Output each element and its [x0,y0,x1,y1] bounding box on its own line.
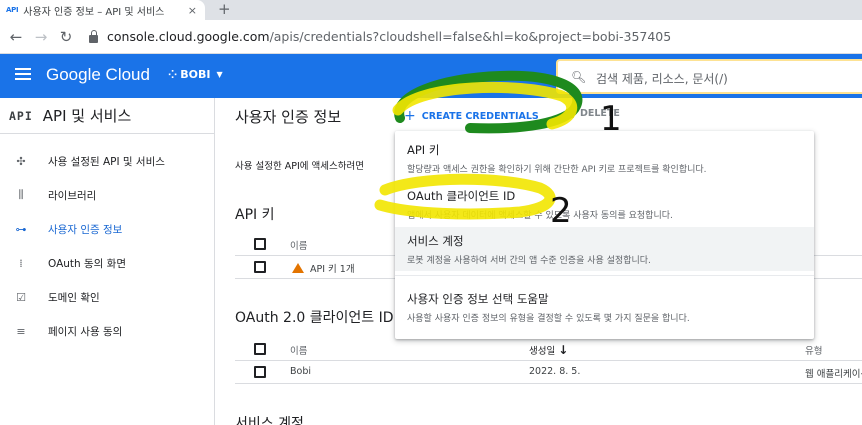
sidebar-item-library[interactable]: ⫼ 라이브러리 [0,178,214,212]
oauth-client-name[interactable]: Bobi [290,366,311,377]
screenshot-root: API 사용자 인증 정보 – API 및 서비스 × + ← → ↻ cons… [0,0,862,425]
library-icon: ⫼ [18,188,24,201]
sidebar-item-label: 라이브러리 [48,189,97,202]
sidebar-item-domain-verification[interactable]: ☑ 도메인 확인 [0,280,214,314]
plus-icon: + [404,108,416,124]
api-keys-section-title: API 키 [235,207,275,223]
domain-check-icon: ☑ [16,290,26,304]
search-icon: 🔍︎ [571,70,587,84]
page-description: 사용 설정한 API에 액세스하려면 [235,161,364,172]
arrow-down-icon: ↓ [558,343,569,357]
oauth-header-row: 이름 생성일 ↓ 유형 [235,338,862,361]
arrow-right-icon[interactable]: → [32,28,50,46]
lock-icon [89,29,98,43]
create-credentials-menu: API 키 할당량과 액세스 권한을 확인하기 위해 간단한 API 키로 프로… [395,131,814,339]
create-credentials-button[interactable]: + CREATE CREDENTIALS [404,108,539,124]
api-favicon-icon: API [6,6,19,14]
menu-item-description: 앱에서 사용자 데이터에 액세스할 수 있도록 사용자 동의를 요청합니다. [407,211,673,221]
key-icon: ⊶ [15,222,27,236]
reload-icon[interactable]: ↻ [57,28,75,46]
address-bar[interactable]: console.cloud.google.com/apis/credential… [89,29,671,44]
column-header-type: 유형 [805,346,823,357]
search-placeholder: 검색 제품, 리소스, 문서(/) [596,72,728,86]
tab-close-icon[interactable]: × [188,4,197,17]
sidebar-title: API 및 서비스 [42,107,132,125]
sidebar-item-label: 도메인 확인 [48,291,100,304]
cloud-header: Google Cloud ⁘ BOBI ▼ 🔍︎ 검색 제품, 리소스, 문서(… [0,54,862,98]
warning-icon [292,263,304,273]
new-tab-button[interactable]: + [218,1,231,17]
oauth-client-created: 2022. 8. 5. [529,366,581,377]
browser-toolbar: ← → ↻ console.cloud.google.com/apis/cred… [0,20,862,54]
sidebar-item-label: OAuth 동의 화면 [48,257,127,270]
trash-icon [566,109,574,118]
url-path: /apis/credentials?cloudshell=false&hl=ko… [269,29,672,44]
oauth-client-type: 웹 애플리케이션 [805,369,862,380]
search-box[interactable]: 🔍︎ 검색 제품, 리소스, 문서(/) [556,59,862,94]
api-key-name[interactable]: API 키 1개 [292,261,355,275]
google-cloud-logo[interactable]: Google Cloud [46,65,150,85]
row-checkbox[interactable] [254,261,266,273]
tab-title: 사용자 인증 정보 – API 및 서비스 [23,6,165,18]
sidebar-item-page-usage[interactable]: ≡ 페이지 사용 동의 [0,314,214,348]
column-header-created[interactable]: 생성일 ↓ [529,343,568,357]
browser-tab[interactable]: API 사용자 인증 정보 – API 및 서비스 × [0,0,205,20]
hamburger-menu-icon[interactable] [15,68,31,82]
menu-item-title: 사용자 인증 정보 선택 도움말 [407,292,549,306]
diamond-grid-icon: ✣ [16,154,26,168]
menu-divider [395,275,814,276]
sidebar-item-label: 사용 설정된 API 및 서비스 [48,155,165,168]
sidebar-item-oauth-consent[interactable]: ⁞ OAuth 동의 화면 [0,246,214,280]
service-accounts-section-title: 서비스 계정 [235,416,304,425]
column-header-name: 이름 [290,241,308,252]
menu-item-help-me-choose[interactable]: 사용자 인증 정보 선택 도움말 사용할 사용자 인증 정보의 유형을 결정할 … [395,291,814,331]
sidebar-item-enabled-apis[interactable]: ✣ 사용 설정된 API 및 서비스 [0,144,214,178]
url-host: console.cloud.google.com [107,29,270,44]
menu-item-description: 할당량과 액세스 권한을 확인하기 위해 간단한 API 키로 프로젝트를 확인… [407,165,707,175]
api-logo: API [9,108,33,123]
oauth-section-title: OAuth 2.0 클라이언트 ID [235,310,394,326]
table-row[interactable]: Bobi 2022. 8. 5. 웹 애플리케이션 [235,361,862,384]
browser-tab-strip: API 사용자 인증 정보 – API 및 서비스 × + [0,0,862,20]
select-all-checkbox[interactable] [254,238,266,250]
sidebar: API API 및 서비스 ✣ 사용 설정된 API 및 서비스 ⫼ 라이브러리… [0,98,215,425]
menu-item-api-key[interactable]: API 키 할당량과 액세스 권한을 확인하기 위해 간단한 API 키로 프로… [395,142,814,184]
project-picker[interactable]: ⁘ BOBI ▼ [168,68,223,81]
row-checkbox[interactable] [254,366,266,378]
menu-item-service-account[interactable]: 서비스 계정 로봇 계정을 사용하여 서버 간의 앱 수준 인증을 사용 설정합… [395,227,814,271]
consent-icon: ⁞ [19,256,23,270]
project-dots-icon: ⁘ [168,68,177,81]
menu-item-description: 로봇 계정을 사용하여 서버 간의 앱 수준 인증을 사용 설정합니다. [407,256,651,266]
column-header-name: 이름 [290,346,308,357]
menu-item-description: 사용할 사용자 인증 정보의 유형을 결정할 수 있도록 몇 가지 질문을 합니… [407,314,690,324]
delete-button[interactable]: DELETE [566,108,620,119]
sidebar-item-label: 사용자 인증 정보 [48,223,123,236]
settings-list-icon: ≡ [16,324,26,338]
arrow-left-icon[interactable]: ← [7,28,25,46]
sidebar-header: API API 및 서비스 [0,98,214,134]
select-all-checkbox[interactable] [254,343,266,355]
page-title: 사용자 인증 정보 [235,108,342,126]
menu-item-title: API 키 [407,143,440,157]
menu-item-oauth-client-id[interactable]: OAuth 클라이언트 ID 앱에서 사용자 데이터에 액세스할 수 있도록 사… [395,188,814,228]
chevron-down-icon: ▼ [216,70,223,79]
create-credentials-label: CREATE CREDENTIALS [421,110,539,122]
sidebar-item-credentials[interactable]: ⊶ 사용자 인증 정보 [0,212,214,246]
sidebar-item-label: 페이지 사용 동의 [48,325,123,338]
menu-item-title: OAuth 클라이언트 ID [407,189,516,203]
delete-label: DELETE [580,108,620,119]
project-name: BOBI [180,68,211,81]
menu-item-title: 서비스 계정 [407,234,464,248]
